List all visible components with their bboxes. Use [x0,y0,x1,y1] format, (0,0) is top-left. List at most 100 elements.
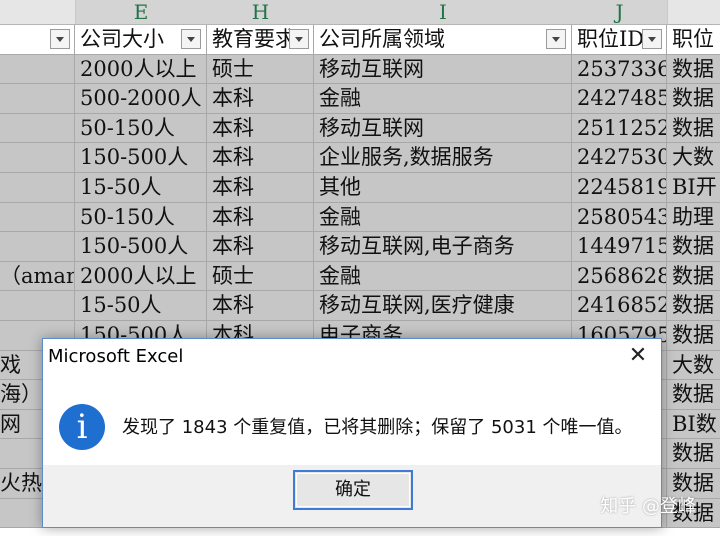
watermark: 知乎 @登峰 [600,496,696,517]
cell[interactable]: 大数 [667,143,720,172]
column-letter-i[interactable]: I [314,0,573,24]
header-label: 职位ID [577,27,645,51]
header-cell-company-size[interactable]: 公司大小 [75,25,207,54]
header-label: 公司大小 [80,27,164,51]
cell[interactable]: 助理 [667,203,720,232]
header-label: 公司所属领域 [319,27,445,51]
column-letter-e[interactable]: E [75,0,208,24]
column-letter-j[interactable]: J [572,0,668,24]
cell[interactable] [0,202,75,232]
cell[interactable]: 500-2000人 [75,84,207,113]
cell[interactable]: 大数 [667,351,720,380]
cell[interactable] [0,113,75,143]
cell[interactable]: （amars [0,261,75,291]
cell[interactable] [0,173,75,202]
cell[interactable]: 数据 [667,232,720,261]
cell[interactable]: 移动互联网,医疗健康 [314,291,572,320]
cell[interactable]: 本科 [207,291,314,320]
cell[interactable]: 150-500人 [75,232,207,261]
cell[interactable]: 金融 [314,202,572,232]
cell[interactable]: 数据 [667,84,720,113]
cell[interactable]: 移动互联网,电子商务 [314,232,572,261]
cell[interactable] [0,291,75,320]
table-row: 15-50人 本科 其他 2245819 BI开 [0,173,720,203]
cell[interactable] [0,84,75,113]
cell[interactable]: 数据 [667,380,720,409]
cell[interactable]: 数据 [667,55,720,84]
cell[interactable]: 2000人以上 [75,54,207,84]
header-cell-job-id[interactable]: 职位ID [572,25,667,54]
header-cell-job[interactable]: 职位 [667,25,720,54]
cell[interactable]: 本科 [207,84,314,113]
ok-button[interactable]: 确定 [293,470,413,510]
cell[interactable]: 移动互联网 [314,54,572,84]
cell[interactable]: BI开 [667,173,720,202]
cell[interactable]: 15-50人 [75,173,207,202]
cell[interactable] [0,143,75,172]
cell[interactable]: 50-150人 [75,113,207,143]
filter-dropdown-icon[interactable] [546,29,566,49]
table-row: 50-150人 本科 金融 2580543 助理 [0,202,720,233]
cell[interactable]: 2427530 [572,143,667,172]
table-row: （amars 2000人以上 硕士 金融 2568628 数据 [0,261,720,292]
header-label: 教育要求 [212,27,296,51]
cell[interactable]: 2568628 [572,261,667,291]
column-header-bar: E H I J [0,0,720,25]
cell[interactable]: 硕士 [207,261,314,291]
cell[interactable]: BI数 [667,410,720,439]
filter-dropdown-icon[interactable] [181,29,201,49]
cell[interactable]: 移动互联网 [314,113,572,143]
cell[interactable]: 本科 [207,143,314,172]
cell[interactable]: 本科 [207,173,314,202]
table-row: 15-50人 本科 移动互联网,医疗健康 2416852 数据 [0,291,720,321]
cell[interactable]: 50-150人 [75,202,207,232]
cell[interactable]: 2000人以上 [75,261,207,291]
dialog-message: 发现了 1843 个重复值，已将其删除；保留了 5031 个唯一值。 [122,417,633,438]
info-icon: i [59,404,105,450]
cell[interactable] [0,54,75,84]
cell[interactable]: 15-50人 [75,291,207,320]
dialog-footer: 确定 [43,465,661,527]
table-row: 500-2000人 本科 金融 2427485 数据 [0,84,720,114]
cell[interactable]: 本科 [207,232,314,261]
cell[interactable]: 本科 [207,202,314,232]
header-cell-education[interactable]: 教育要求 [207,25,314,54]
table-row: 50-150人 本科 移动互联网 2511252 数据 [0,113,720,144]
cell[interactable]: 数据 [667,262,720,291]
cell[interactable]: 150-500人 [75,143,207,172]
cell[interactable]: 2511252 [572,113,667,143]
cell[interactable]: 2245819 [572,173,667,202]
cell[interactable]: 2427485 [572,84,667,113]
cell[interactable]: 其他 [314,173,572,202]
cell[interactable]: 2537336 [572,54,667,84]
header-label: 职位 [672,27,714,51]
filter-dropdown-icon[interactable] [289,29,309,49]
table-header-row: 公司大小 教育要求 公司所属领域 职位ID 职位 [0,25,720,55]
excel-message-dialog: Microsoft Excel ✕ i 发现了 1843 个重复值，已将其删除；… [42,338,662,528]
cell[interactable]: 2580543 [572,202,667,232]
cell[interactable]: 硕士 [207,54,314,84]
table-row: 150-500人 本科 企业服务,数据服务 2427530 大数 [0,143,720,173]
cell[interactable]: 数据 [667,439,720,468]
cell[interactable]: 数据 [667,291,720,320]
column-letter-partial[interactable] [0,0,76,24]
filter-dropdown-icon[interactable] [50,29,70,49]
header-cell-industry[interactable]: 公司所属领域 [314,25,572,54]
cell[interactable] [0,232,75,261]
header-cell-c0[interactable] [0,25,75,54]
filter-dropdown-icon[interactable] [642,29,662,49]
cell[interactable]: 金融 [314,261,572,291]
table-row: 150-500人 本科 移动互联网,电子商务 1449715 数据 [0,232,720,262]
cell[interactable]: 本科 [207,113,314,143]
cell[interactable]: 企业服务,数据服务 [314,143,572,172]
cell[interactable]: 2416852 [572,291,667,320]
cell[interactable]: 1449715 [572,232,667,261]
close-icon[interactable]: ✕ [627,345,649,367]
cell[interactable]: 金融 [314,84,572,113]
table-row: 2000人以上 硕士 移动互联网 2537336 数据 [0,54,720,85]
cell[interactable]: 数据 [667,114,720,143]
dialog-title: Microsoft Excel [48,346,184,367]
cell[interactable]: 数据 [667,321,720,350]
column-letter-h[interactable]: H [207,0,315,24]
dialog-body: i 发现了 1843 个重复值，已将其删除；保留了 5031 个唯一值。 [43,379,661,465]
